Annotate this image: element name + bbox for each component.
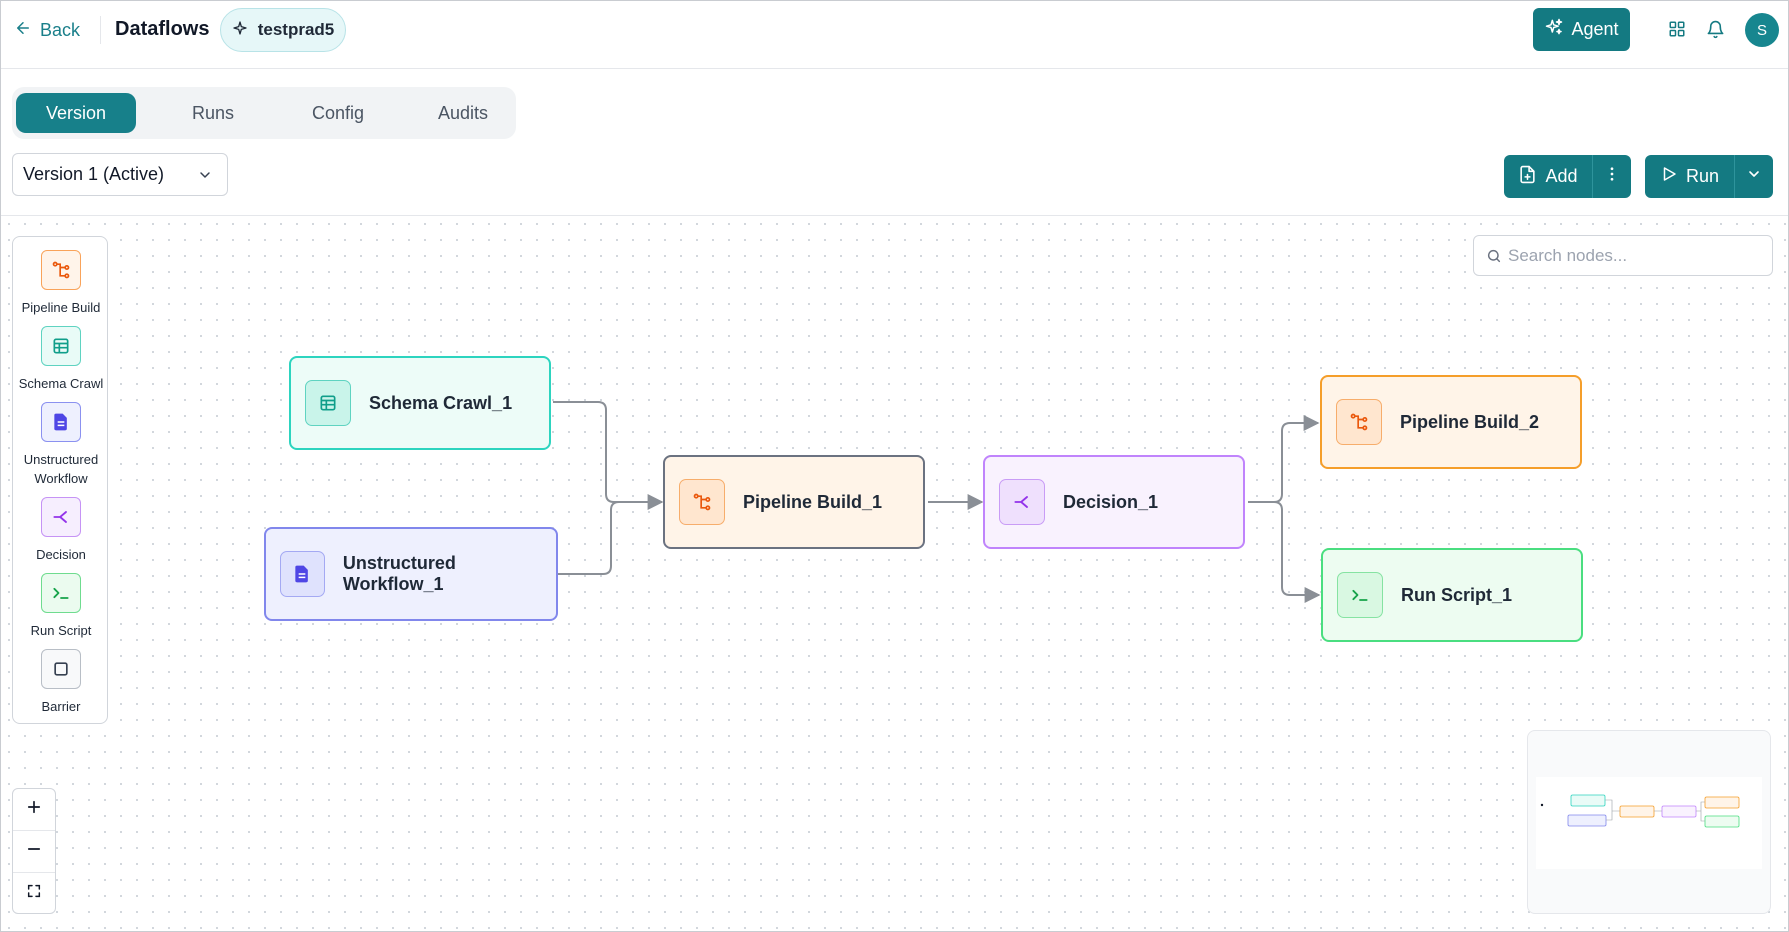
- pipeline-icon: [41, 250, 81, 290]
- fit-view-icon: [26, 883, 42, 904]
- square-icon: [41, 649, 81, 689]
- sparkles-icon: [1544, 17, 1564, 42]
- palette-label: Barrier: [41, 699, 81, 714]
- palette-item-decision[interactable]: Decision: [13, 497, 109, 564]
- run-split-button: Run: [1645, 155, 1773, 198]
- add-button[interactable]: Add: [1504, 155, 1592, 198]
- node-label: Schema Crawl_1: [369, 392, 513, 413]
- node-label: Pipeline Build_1: [743, 491, 883, 512]
- palette-label: Decision: [36, 547, 86, 562]
- table-icon: [305, 380, 351, 426]
- search-input[interactable]: [1508, 245, 1748, 266]
- document-icon: [280, 551, 325, 597]
- plus-icon: [25, 798, 43, 821]
- apps-grid-icon[interactable]: [1665, 17, 1689, 41]
- search-box: [1473, 235, 1773, 276]
- workspace-name: testprad5: [257, 20, 335, 39]
- header-divider: [100, 16, 101, 44]
- more-vertical-icon: [1603, 165, 1621, 188]
- node-label: Run Script_1: [1401, 584, 1513, 605]
- node-palette: Pipeline Build Schema Crawl Unstructured…: [12, 236, 108, 724]
- node-decision-1[interactable]: Decision_1: [983, 455, 1245, 549]
- bell-icon[interactable]: [1703, 17, 1727, 41]
- back-button[interactable]: Back: [14, 17, 80, 43]
- play-icon: [1660, 165, 1678, 188]
- version-select-value: Version 1 (Active): [23, 164, 165, 184]
- fit-view-button[interactable]: [13, 873, 55, 914]
- app-header: Back Dataflows testprad5 Agent S: [0, 0, 1789, 69]
- palette-label: Unstructured Workflow: [23, 452, 99, 486]
- user-avatar[interactable]: S: [1745, 13, 1779, 47]
- version-select[interactable]: Version 1 (Active): [12, 153, 228, 196]
- run-options-button[interactable]: [1734, 155, 1773, 198]
- terminal-icon: [41, 573, 81, 613]
- run-button[interactable]: Run: [1645, 155, 1734, 198]
- chevron-down-icon: [1746, 166, 1762, 187]
- file-plus-icon: [1518, 165, 1537, 189]
- palette-label: Pipeline Build: [21, 300, 101, 315]
- palette-item-schema-crawl[interactable]: Schema Crawl: [13, 326, 109, 393]
- agent-button[interactable]: Agent: [1533, 8, 1630, 51]
- node-label: Pipeline Build_2: [1400, 411, 1540, 432]
- add-more-button[interactable]: [1592, 155, 1631, 198]
- node-pipeline-build-2[interactable]: Pipeline Build_2: [1320, 375, 1582, 469]
- terminal-icon: [1337, 572, 1383, 618]
- palette-item-run-script[interactable]: Run Script: [13, 573, 109, 640]
- node-run-script-1[interactable]: Run Script_1: [1321, 548, 1583, 642]
- chevron-down-icon: [197, 167, 213, 188]
- minimap-viewport: [1536, 777, 1762, 869]
- tab-audits[interactable]: Audits: [403, 93, 523, 133]
- run-label: Run: [1685, 166, 1720, 186]
- workspace-chip[interactable]: testprad5: [220, 8, 346, 52]
- node-pipeline-build-1[interactable]: Pipeline Build_1: [663, 455, 925, 549]
- sparkle-icon: [232, 20, 248, 41]
- page-title: Dataflows: [115, 18, 210, 40]
- table-icon: [41, 326, 81, 366]
- decision-icon: [999, 479, 1045, 525]
- zoom-controls: [12, 788, 56, 914]
- pipeline-icon: [679, 479, 725, 525]
- search-icon: [1486, 248, 1502, 269]
- node-label: Unstructured Workflow_1: [342, 553, 456, 594]
- add-split-button: Add: [1504, 155, 1631, 198]
- zoom-out-button[interactable]: [13, 831, 55, 872]
- node-label: Decision_1: [1063, 491, 1159, 512]
- palette-item-barrier[interactable]: Barrier: [13, 649, 109, 716]
- decision-icon: [41, 497, 81, 537]
- node-schema-crawl-1[interactable]: Schema Crawl_1: [289, 356, 551, 450]
- tab-runs[interactable]: Runs: [153, 93, 273, 133]
- palette-item-unstructured-workflow[interactable]: Unstructured Workflow: [13, 402, 109, 488]
- back-label: Back: [40, 19, 81, 40]
- tab-config[interactable]: Config: [278, 93, 398, 133]
- minimap[interactable]: [1527, 730, 1771, 914]
- palette-label: Run Script: [30, 623, 92, 638]
- zoom-in-button[interactable]: [13, 789, 55, 830]
- palette-item-pipeline-build[interactable]: Pipeline Build: [13, 250, 109, 317]
- tab-bar: Version Runs Config Audits: [12, 87, 516, 139]
- add-label: Add: [1545, 166, 1578, 186]
- palette-label: Schema Crawl: [18, 376, 104, 391]
- arrow-left-icon: [14, 19, 32, 42]
- pipeline-icon: [1336, 399, 1382, 445]
- document-icon: [41, 402, 81, 442]
- node-unstructured-workflow-1[interactable]: Unstructured Workflow_1: [264, 527, 558, 621]
- minus-icon: [25, 840, 43, 863]
- tab-version[interactable]: Version: [16, 93, 136, 133]
- agent-label: Agent: [1571, 19, 1619, 39]
